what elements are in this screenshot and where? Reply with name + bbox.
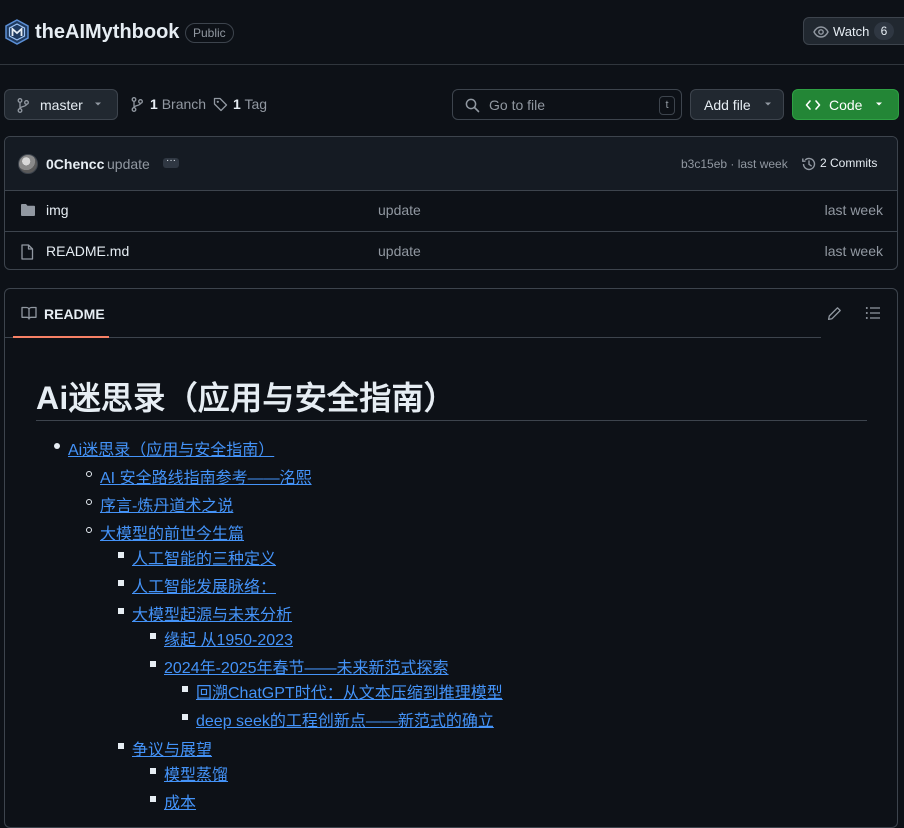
- file-icon: [20, 244, 34, 260]
- code-label: Code: [829, 97, 863, 113]
- readme-header: README: [5, 289, 821, 338]
- file-commit-message[interactable]: update: [378, 243, 421, 259]
- toc-link[interactable]: 大模型起源与未来分析: [132, 601, 292, 625]
- file-name[interactable]: img: [46, 202, 69, 218]
- history-icon: [801, 156, 817, 172]
- chevron-down-icon: [93, 99, 103, 109]
- toc-link[interactable]: 模型蒸馏: [164, 761, 228, 785]
- file-name[interactable]: README.md: [46, 243, 129, 259]
- readme-title: Ai迷思录（应用与安全指南）: [36, 380, 457, 416]
- toc-bullet: [118, 608, 124, 614]
- tag-label: Tag: [244, 96, 268, 112]
- toc-link[interactable]: 争议与展望: [132, 736, 212, 760]
- add-file-label: Add file: [704, 97, 751, 113]
- readme-panel: README Ai迷思录（应用与安全指南） Ai迷思录（应用与安全指南） AI 安…: [4, 288, 898, 828]
- branch-selector-button[interactable]: master: [4, 89, 118, 120]
- toc-link[interactable]: 人工智能发展脉络：: [132, 573, 276, 597]
- search-placeholder: Go to file: [489, 97, 546, 113]
- keyboard-shortcut-hint: t: [659, 96, 675, 115]
- go-to-file-input[interactable]: Go to file t: [452, 89, 682, 120]
- ellipsis-icon[interactable]: ···: [163, 156, 179, 168]
- latest-commit-row: 0Chencc update ··· b3c15eb · last week 2…: [5, 137, 897, 191]
- toc-bullet: [150, 661, 156, 667]
- outline-list-icon[interactable]: [865, 306, 881, 320]
- code-icon: [805, 98, 821, 112]
- toc-link[interactable]: 大模型的前世今生篇: [100, 520, 244, 544]
- watch-count: 6: [874, 22, 894, 40]
- commit-hash-time[interactable]: b3c15eb · last week: [681, 157, 788, 171]
- file-commit-message[interactable]: update: [378, 202, 421, 218]
- active-tab-underline: [13, 336, 109, 338]
- commit-message[interactable]: update: [107, 156, 150, 172]
- add-file-button[interactable]: Add file: [690, 89, 784, 120]
- chevron-down-icon: [874, 99, 884, 109]
- toc-bullet: [150, 768, 156, 774]
- file-row[interactable]: README.md update last week: [5, 232, 897, 269]
- branch-icon: [17, 98, 29, 113]
- branch-count: 1: [150, 96, 158, 112]
- toc-bullet: [182, 714, 188, 720]
- visibility-badge: Public: [185, 23, 234, 43]
- toc-bullet: [86, 499, 92, 505]
- readme-tab-label: README: [44, 306, 105, 322]
- book-icon: [21, 306, 37, 320]
- branch-label: Branch: [161, 96, 207, 112]
- search-icon: [465, 98, 480, 113]
- branch-name: master: [40, 97, 83, 113]
- toc-link[interactable]: deep seek的工程创新点——新范式的确立: [196, 707, 494, 731]
- toc-bullet: [86, 471, 92, 477]
- toc-bullet: [150, 633, 156, 639]
- file-table: 0Chencc update ··· b3c15eb · last week 2…: [4, 136, 898, 270]
- branch-icon: [131, 97, 143, 112]
- toc-bullet: [150, 796, 156, 802]
- file-commit-time: last week: [824, 202, 883, 218]
- toc-link[interactable]: 回溯ChatGPT时代：从文本压缩到推理模型: [196, 679, 503, 703]
- pencil-icon[interactable]: [827, 306, 842, 321]
- file-commit-time: last week: [824, 243, 883, 259]
- file-row[interactable]: img update last week: [5, 191, 897, 232]
- toc-link[interactable]: 人工智能的三种定义: [132, 545, 276, 569]
- code-button[interactable]: Code: [792, 89, 899, 120]
- repo-name[interactable]: theAIMythbook: [35, 21, 179, 44]
- toc-bullet: [118, 580, 124, 586]
- commit-author[interactable]: 0Chencc: [46, 156, 104, 172]
- toc-link[interactable]: AI 安全路线指南参考——洺熙: [100, 464, 312, 488]
- toc-bullet: [118, 743, 124, 749]
- repo-avatar-icon[interactable]: [4, 19, 30, 45]
- eye-icon: [813, 25, 829, 39]
- repo-header: theAIMythbook Public Watch 6: [0, 0, 904, 65]
- toc-bullet: [86, 527, 92, 533]
- watch-label: Watch: [833, 24, 870, 39]
- toc-link[interactable]: 序言-炼丹道术之说: [100, 492, 233, 516]
- tag-count: 1: [233, 96, 241, 112]
- commits-count-link[interactable]: 2 Commits: [820, 156, 877, 170]
- toc-link[interactable]: 2024年-2025年春节——未来新范式探索: [164, 654, 449, 678]
- tag-icon: [213, 97, 228, 112]
- toc-bullet: [182, 686, 188, 692]
- toc-link[interactable]: 成本: [164, 789, 196, 813]
- watch-button[interactable]: Watch 6: [803, 17, 904, 45]
- toc-link[interactable]: 缘起 从1950-2023: [164, 626, 293, 650]
- toc-link[interactable]: Ai迷思录（应用与安全指南）: [68, 436, 274, 460]
- chevron-down-icon: [763, 99, 773, 109]
- tab-readme[interactable]: README: [13, 289, 109, 338]
- avatar[interactable]: [18, 154, 38, 174]
- toc-bullet: [118, 552, 124, 558]
- title-divider: [36, 420, 867, 421]
- folder-icon: [20, 203, 36, 217]
- toc-bullet: [54, 443, 60, 449]
